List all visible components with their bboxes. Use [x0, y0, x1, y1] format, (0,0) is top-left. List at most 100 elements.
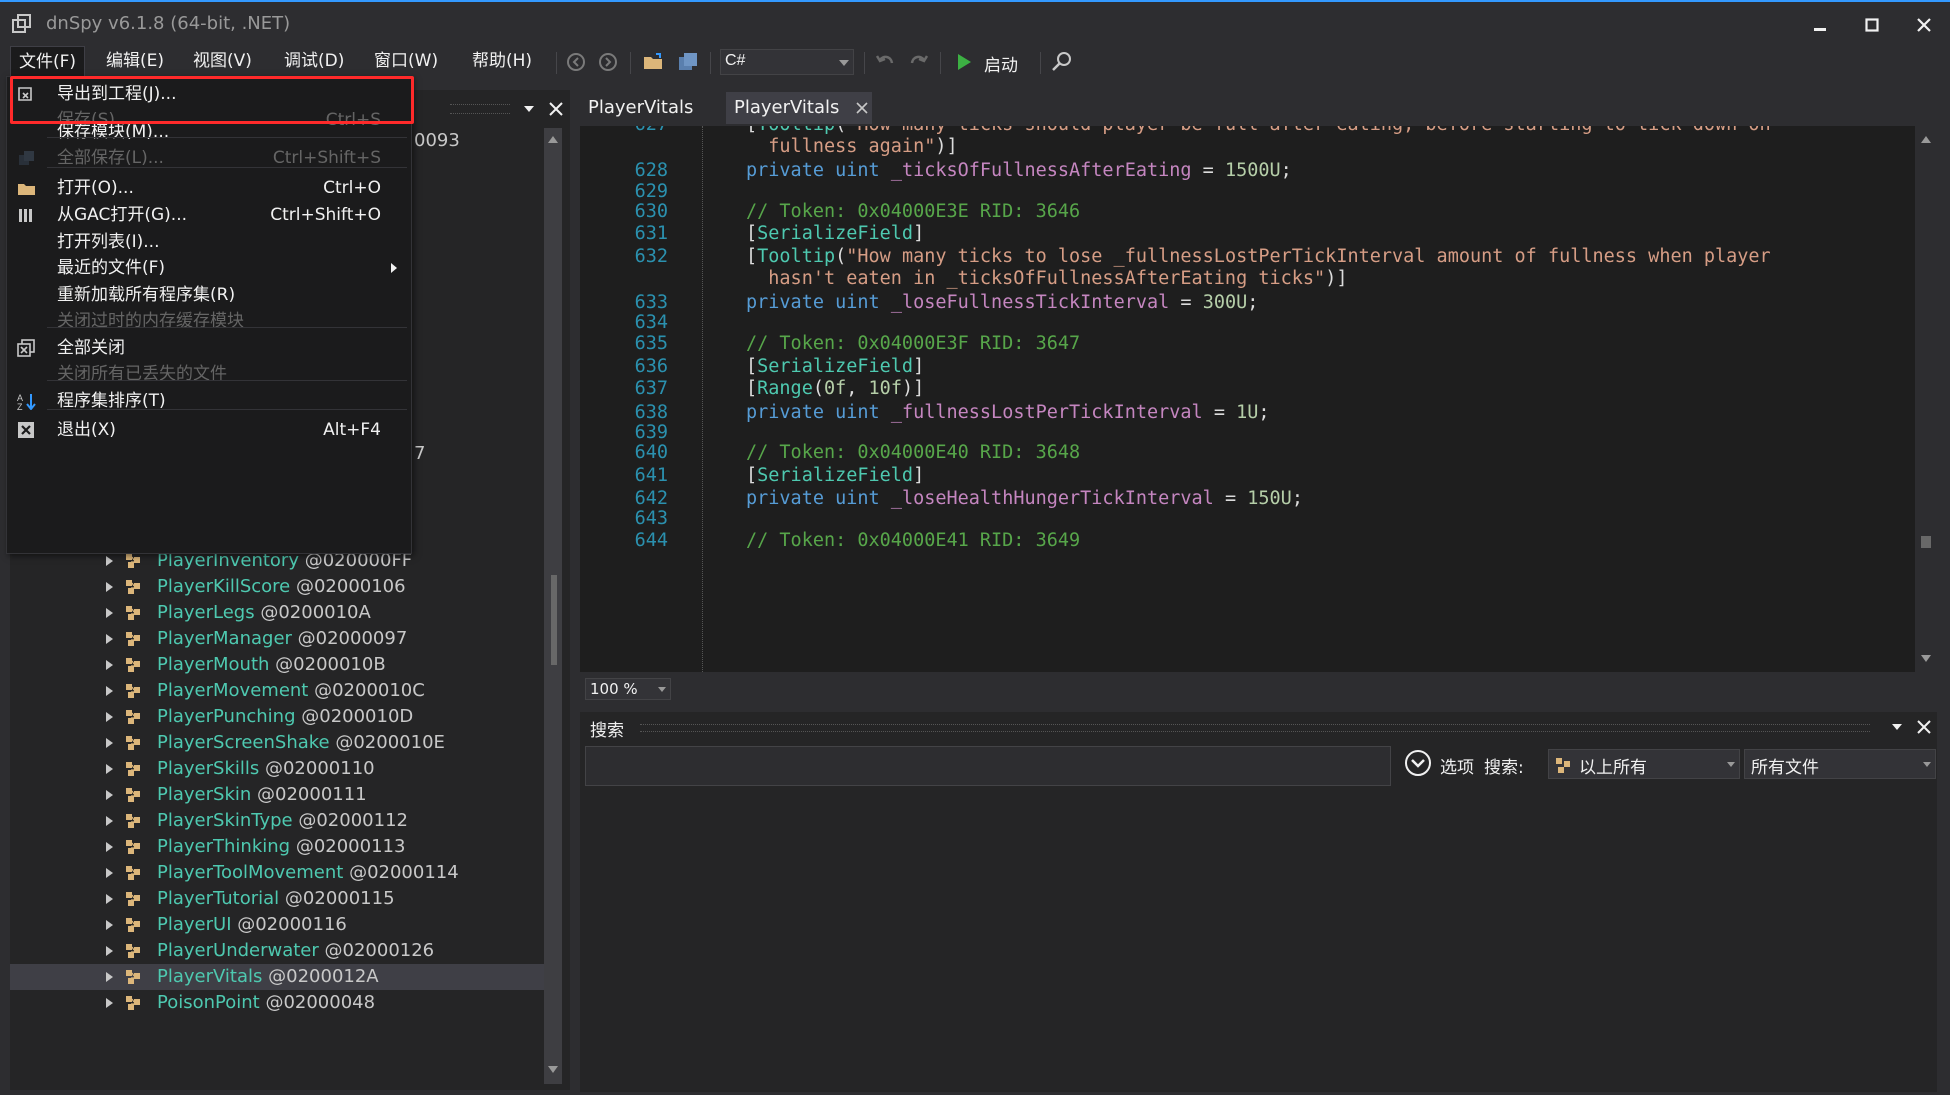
- open-folder-icon[interactable]: [642, 50, 666, 74]
- menu-edit[interactable]: 编辑(E): [98, 46, 172, 76]
- expand-icon[interactable]: [106, 738, 113, 748]
- type-name: PlayerToolMovement: [157, 862, 344, 883]
- tree-item[interactable]: PlayerTutorial @02000115: [10, 886, 544, 912]
- chevron-down-icon[interactable]: [522, 102, 536, 116]
- expand-icon[interactable]: [106, 842, 113, 852]
- close-button[interactable]: [1898, 6, 1950, 44]
- search-input[interactable]: [585, 746, 1391, 786]
- zoom-combo[interactable]: 100 %: [585, 678, 671, 700]
- expand-icon[interactable]: [106, 946, 113, 956]
- code-token: =: [1169, 292, 1203, 313]
- line-number: 637: [634, 378, 668, 399]
- language-combo[interactable]: C#: [720, 49, 854, 75]
- back-icon[interactable]: [564, 50, 588, 74]
- menu-file[interactable]: 文件(F): [10, 46, 86, 76]
- menu-view[interactable]: 视图(V): [185, 46, 260, 76]
- search-files-combo[interactable]: 所有文件: [1744, 749, 1936, 779]
- close-icon[interactable]: [548, 101, 564, 117]
- options-label[interactable]: 选项: [1440, 753, 1474, 778]
- undo-icon[interactable]: [874, 50, 898, 74]
- code-scrollbar-thumb[interactable]: [1921, 536, 1931, 548]
- close-icon[interactable]: [1916, 719, 1932, 735]
- tree-item[interactable]: PlayerUnderwater @02000126: [10, 938, 544, 964]
- chevron-down-icon[interactable]: [1890, 720, 1904, 734]
- tree-item[interactable]: PlayerThinking @02000113: [10, 834, 544, 860]
- tree-item-label: PlayerScreenShake @0200010E: [157, 730, 445, 756]
- tree-item[interactable]: PlayerToolMovement @02000114: [10, 860, 544, 886]
- expand-icon[interactable]: [106, 816, 113, 826]
- forward-icon[interactable]: [596, 50, 620, 74]
- tree-item[interactable]: PlayerScreenShake @0200010E: [10, 730, 544, 756]
- code-editor[interactable]: 627[Tooltip("How many ticks should playe…: [580, 126, 1915, 672]
- expand-icon[interactable]: [106, 868, 113, 878]
- code-token: 300U: [1202, 292, 1248, 313]
- expand-icon[interactable]: [106, 790, 113, 800]
- expand-icon[interactable]: [106, 634, 113, 644]
- tab-playervitals-2[interactable]: PlayerVitals: [726, 92, 872, 124]
- scroll-up-icon[interactable]: [547, 134, 559, 144]
- expand-icon[interactable]: [106, 712, 113, 722]
- document-tabs: PlayerVitals PlayerVitals: [580, 92, 1950, 124]
- code-text: // Token: 0x04000E3E RID: 3646: [746, 201, 1080, 222]
- options-toggle-icon[interactable]: [1404, 749, 1432, 777]
- tree-item-label: PlayerKillScore @02000106: [157, 574, 406, 600]
- start-button[interactable]: 启动: [984, 51, 1018, 76]
- code-scrollbar[interactable]: [1915, 126, 1937, 672]
- tree-item[interactable]: PlayerSkinType @02000112: [10, 808, 544, 834]
- tree-item[interactable]: PlayerVitals @0200012A: [10, 964, 544, 990]
- file-menu-item[interactable]: A Z 程序集排序(T): [7, 385, 411, 417]
- type-token: @0200012A: [268, 966, 379, 987]
- expand-icon[interactable]: [106, 660, 113, 670]
- expand-icon[interactable]: [106, 920, 113, 930]
- exit-icon: [18, 422, 34, 438]
- file-menu-item[interactable]: 退出(X) Alt+F4: [7, 414, 411, 446]
- tree-item[interactable]: PoisonPoint @02000048: [10, 990, 544, 1016]
- minimize-button[interactable]: [1794, 6, 1846, 44]
- tree-item[interactable]: PlayerSkin @02000111: [10, 782, 544, 808]
- line-number: 640: [634, 442, 668, 463]
- chevron-down-icon: [839, 60, 849, 66]
- search-scope-value: 以上所有: [1579, 758, 1647, 778]
- scroll-down-icon[interactable]: [1920, 654, 1932, 664]
- type-token: @0200010C: [314, 680, 425, 701]
- scroll-up-icon[interactable]: [1920, 134, 1932, 144]
- tree-item[interactable]: PlayerSkills @02000110: [10, 756, 544, 782]
- maximize-button[interactable]: [1846, 6, 1898, 44]
- expand-icon[interactable]: [106, 998, 113, 1008]
- tree-item[interactable]: PlayerUI @02000116: [10, 912, 544, 938]
- expand-icon[interactable]: [106, 764, 113, 774]
- close-tab-icon[interactable]: [856, 102, 868, 114]
- expand-icon[interactable]: [106, 608, 113, 618]
- expand-icon[interactable]: [106, 894, 113, 904]
- expand-icon[interactable]: [106, 686, 113, 696]
- tree-item[interactable]: PlayerLegs @0200010A: [10, 600, 544, 626]
- search-panel-title: 搜索: [590, 721, 624, 741]
- menu-help[interactable]: 帮助(H): [464, 46, 540, 76]
- tree-item[interactable]: PlayerPunching @0200010D: [10, 704, 544, 730]
- toolbar-separator: [556, 52, 557, 74]
- tree-item[interactable]: PlayerManager @02000097: [10, 626, 544, 652]
- tree-item[interactable]: PlayerKillScore @02000106: [10, 574, 544, 600]
- redo-icon[interactable]: [906, 50, 930, 74]
- menu-window[interactable]: 窗口(W): [366, 46, 446, 76]
- tab-playervitals-1[interactable]: PlayerVitals: [580, 92, 701, 124]
- tree-scrollbar-thumb[interactable]: [551, 575, 557, 665]
- code-token: SerializeField: [757, 465, 914, 486]
- play-icon[interactable]: [952, 50, 976, 74]
- expand-icon[interactable]: [106, 582, 113, 592]
- search-icon[interactable]: [1050, 50, 1074, 74]
- save-all-icon[interactable]: [676, 50, 700, 74]
- code-token: SerializeField: [757, 223, 914, 244]
- expand-icon[interactable]: [106, 972, 113, 982]
- tree-item[interactable]: PlayerMovement @0200010C: [10, 678, 544, 704]
- search-scope-combo[interactable]: 以上所有: [1548, 749, 1740, 779]
- menu-separator: [47, 327, 407, 328]
- expand-icon[interactable]: [106, 556, 113, 566]
- scroll-down-icon[interactable]: [547, 1065, 559, 1075]
- code-text: [Tooltip("How many ticks should player b…: [746, 126, 1771, 135]
- menu-debug[interactable]: 调试(D): [276, 46, 352, 76]
- toolbar-separator: [864, 52, 865, 74]
- code-text: // Token: 0x04000E41 RID: 3649: [746, 530, 1080, 551]
- tree-item[interactable]: PlayerMouth @0200010B: [10, 652, 544, 678]
